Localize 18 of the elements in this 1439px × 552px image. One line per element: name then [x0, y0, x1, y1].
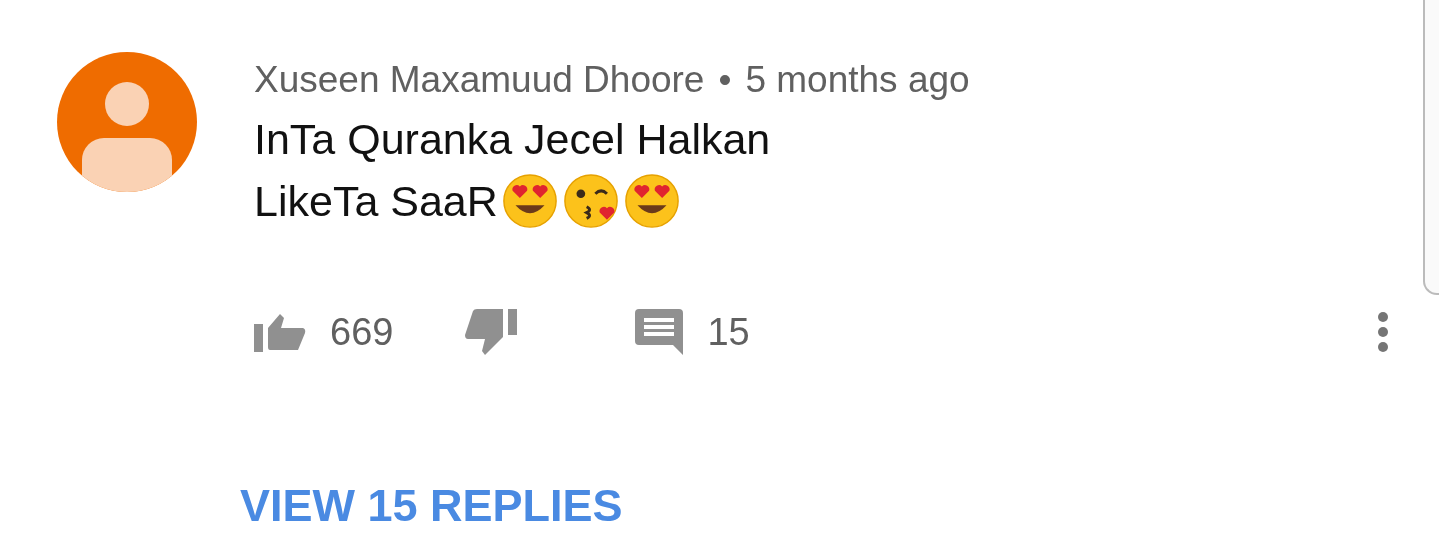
reply-button[interactable] — [635, 309, 684, 355]
like-count: 669 — [330, 310, 394, 354]
view-replies-link[interactable]: VIEW 15 REPLIES — [240, 480, 623, 532]
heart-eyes-emoji-icon — [500, 172, 559, 230]
comment-text: LikeTa SaaR — [254, 176, 498, 227]
separator-dot: • — [718, 59, 732, 101]
comment-text: InTa Quranka Jecel Halkan — [254, 114, 771, 165]
thumbs-up-icon — [254, 312, 306, 352]
comment-icon — [635, 309, 684, 355]
more-menu-icon[interactable] — [1375, 311, 1391, 353]
reply-count: 15 — [707, 310, 750, 354]
like-button[interactable] — [254, 312, 306, 352]
heart-eyes-emoji-icon — [622, 172, 681, 230]
comment-time: 5 months ago — [745, 59, 970, 101]
author-name[interactable]: Xuseen Maxamuud Dhoore — [254, 59, 705, 101]
dislike-button[interactable] — [465, 309, 518, 355]
thumbs-down-icon — [465, 309, 518, 355]
kissing-face-emoji-icon — [561, 172, 620, 230]
